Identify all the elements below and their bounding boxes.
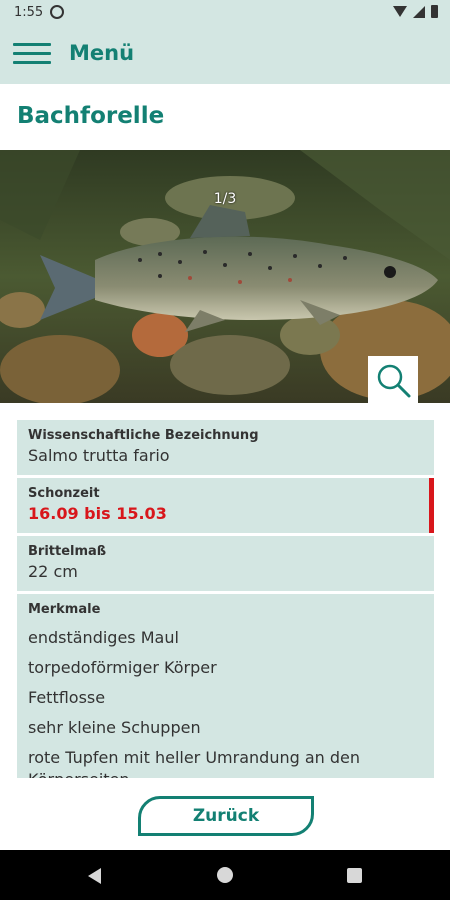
zoom-button[interactable]: [368, 356, 418, 403]
battery-icon: [431, 5, 438, 18]
hamburger-menu-icon[interactable]: [13, 43, 51, 65]
min-size-label: Brittelmaß: [28, 544, 107, 559]
signal-icon: [413, 5, 425, 18]
fish-photo[interactable]: 1/3: [0, 150, 450, 403]
status-icons: [393, 5, 438, 18]
feature-item: Fettflosse: [28, 688, 106, 707]
feature-item: sehr kleine Schuppen: [28, 718, 201, 737]
feature-item: endständiges Maul: [28, 628, 179, 647]
features-label: Merkmale: [28, 602, 101, 617]
scientific-name-value: Salmo trutta fario: [28, 446, 170, 465]
closed-season-value: 16.09 bis 15.03: [28, 504, 167, 523]
nav-back-icon[interactable]: [88, 868, 101, 884]
page-title: Bachforelle: [17, 103, 165, 129]
image-counter: 1/3: [213, 191, 237, 207]
app-bar: Menü: [0, 26, 450, 84]
nav-recent-icon[interactable]: [347, 868, 362, 883]
notification-icon: [50, 5, 64, 19]
nav-home-icon[interactable]: [217, 867, 233, 883]
wifi-icon: [393, 6, 407, 17]
closed-season-card: Schonzeit 16.09 bis 15.03: [17, 478, 434, 533]
feature-item: torpedoförmiger Körper: [28, 658, 217, 677]
status-time: 1:55: [14, 5, 44, 20]
features-card: Merkmale endständiges Maul torpedoförmig…: [17, 594, 434, 778]
status-bar: 1:55: [0, 0, 450, 26]
back-button[interactable]: Zurück: [138, 796, 314, 836]
scientific-name-card: Wissenschaftliche Bezeichnung Salmo trut…: [17, 420, 434, 475]
closed-season-label: Schonzeit: [28, 486, 100, 501]
scientific-name-label: Wissenschaftliche Bezeichnung: [28, 428, 259, 443]
closed-season-marker: [429, 478, 434, 533]
menu-title[interactable]: Menü: [69, 41, 134, 65]
feature-item: rote Tupfen mit heller Umrandung an den …: [28, 748, 361, 778]
details-list: Wissenschaftliche Bezeichnung Salmo trut…: [17, 420, 434, 781]
magnifier-icon: [377, 364, 411, 398]
system-nav-bar: [0, 850, 450, 900]
min-size-card: Brittelmaß 22 cm: [17, 536, 434, 591]
min-size-value: 22 cm: [28, 562, 78, 581]
